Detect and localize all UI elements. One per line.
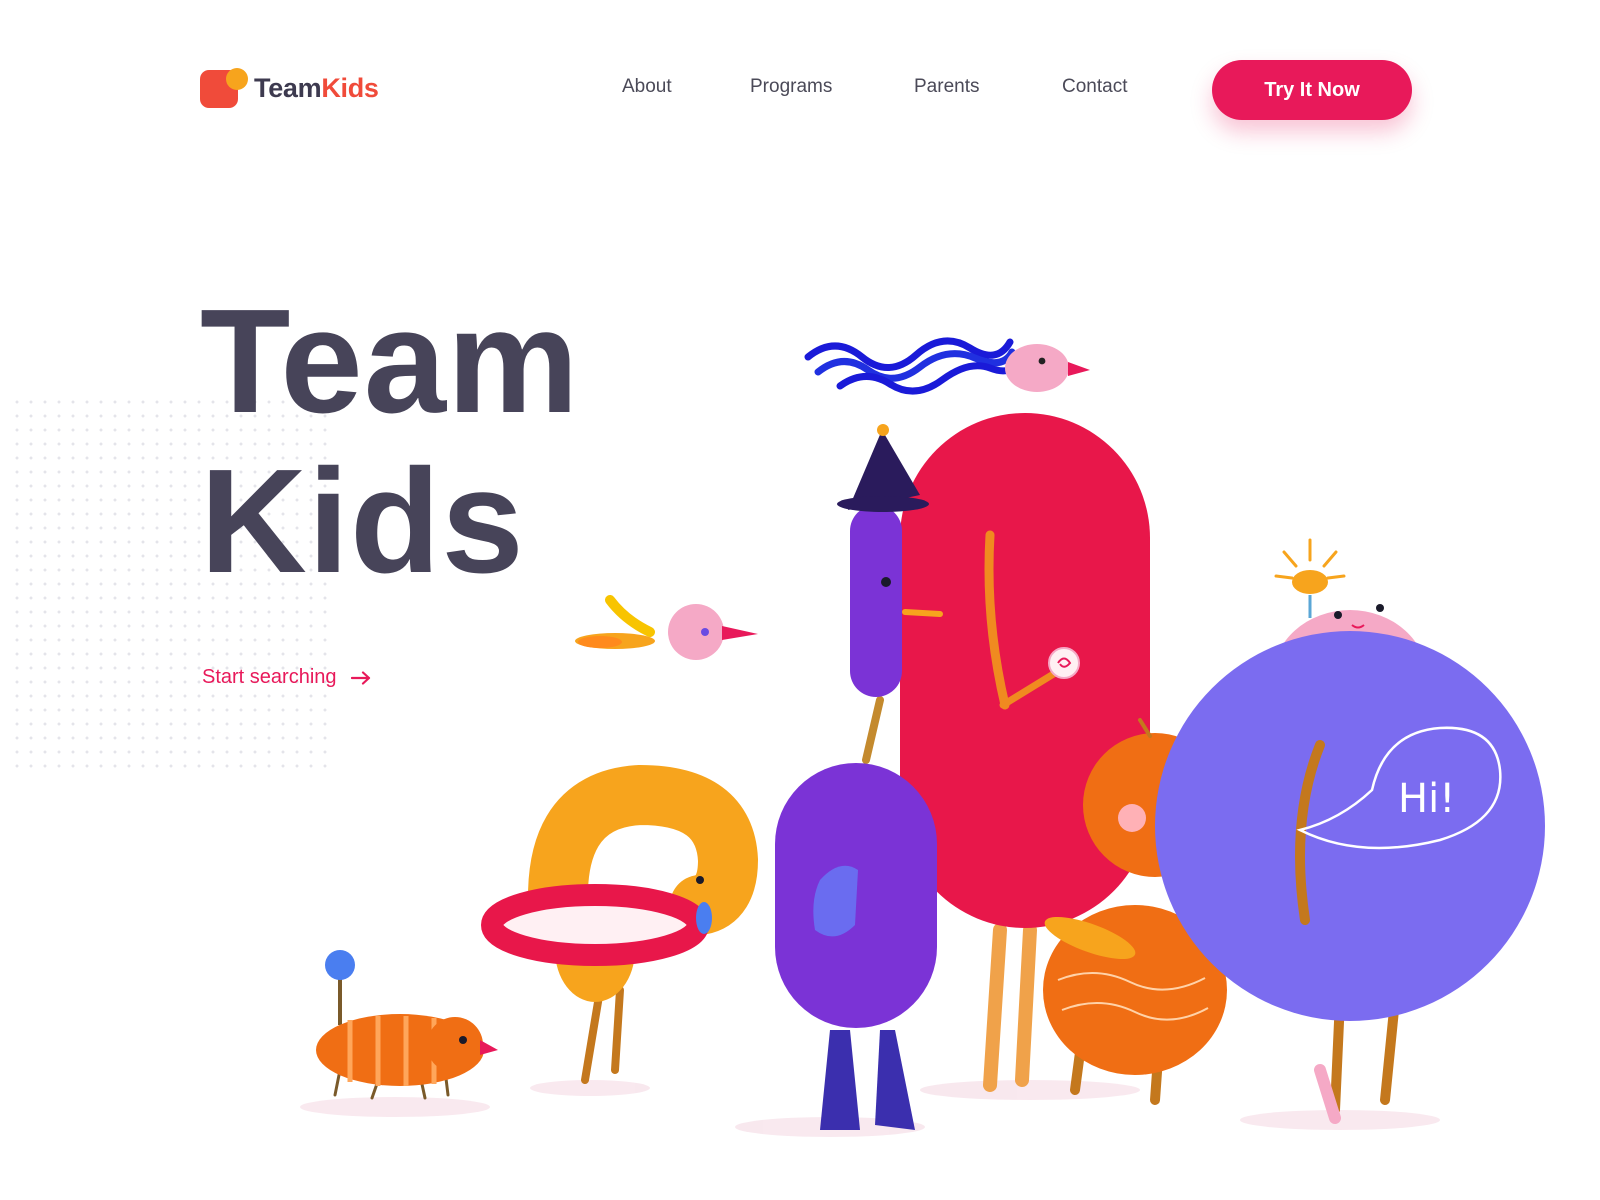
hero-illustration: Hi! [300,337,1545,1137]
flying-bird-top [804,337,1090,395]
duck-with-float-character [481,764,759,1084]
orange-caterpillar-character [316,950,498,1100]
ground-shadows [300,1080,1440,1137]
speech-bubble-text: Hi! [1398,776,1455,822]
flying-bird-middle [575,595,758,660]
purple-body-character [775,763,937,1130]
